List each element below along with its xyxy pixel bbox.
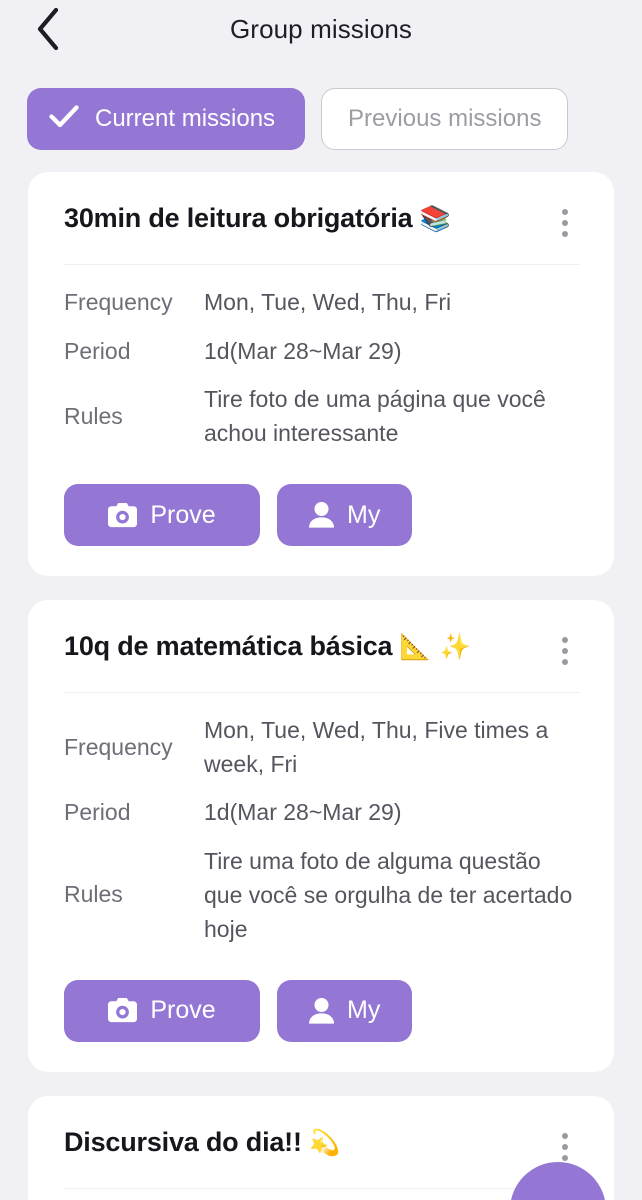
frequency-label: Frequency	[64, 733, 173, 760]
chevron-left-icon	[35, 7, 61, 51]
prove-button-label: Prove	[150, 500, 216, 529]
mission-title: Discursiva do dia!! 💫	[64, 1126, 341, 1159]
prove-button[interactable]: Prove	[64, 484, 260, 547]
frequency-value: Mon, Tue, Wed, Thu, Five times a week, F…	[204, 717, 549, 778]
detail-row-period: Period 1d(Mar 28~Mar 29)	[64, 334, 580, 369]
period-label: Period	[64, 337, 131, 364]
page-title: Group missions	[229, 13, 413, 44]
rules-value: Tire foto de uma página que você achou i…	[204, 386, 546, 447]
rules-label: Rules	[64, 402, 123, 429]
my-button[interactable]: My	[277, 484, 413, 547]
mission-title-emoji: 📐 ✨	[399, 633, 472, 662]
mission-title: 10q de matemática básica 📐 ✨	[64, 630, 472, 663]
tab-current-missions[interactable]: Current missions	[27, 88, 306, 150]
mission-card: 30min de leitura obrigatória 📚 Frequency…	[28, 172, 614, 577]
mission-card-list: 30min de leitura obrigatória 📚 Frequency…	[0, 150, 642, 1200]
person-icon	[309, 997, 334, 1024]
tab-previous-missions[interactable]: Previous missions	[321, 88, 569, 150]
mission-detail-rows: Frequency Mon, Tue, Wed, Thu, Fri Period…	[64, 285, 580, 450]
period-value: 1d(Mar 28~Mar 29)	[204, 799, 402, 826]
back-button[interactable]	[22, 3, 74, 55]
period-label: Period	[64, 799, 131, 826]
prove-button-label: Prove	[150, 996, 216, 1025]
mission-title: 30min de leitura obrigatória 📚	[64, 202, 452, 235]
tab-previous-missions-label: Previous missions	[348, 105, 542, 132]
mission-card: 10q de matemática básica 📐 ✨ Frequency M…	[28, 600, 614, 1072]
rules-value: Tire uma foto de alguma questão que você…	[204, 847, 573, 942]
card-divider	[64, 1187, 580, 1189]
card-divider	[64, 264, 580, 265]
frequency-value: Mon, Tue, Wed, Thu, Fri	[204, 289, 452, 316]
mission-card-header: 30min de leitura obrigatória 📚	[64, 202, 580, 240]
top-app-bar: Group missions	[0, 0, 642, 58]
mission-actions: Prove My	[64, 979, 580, 1042]
person-icon	[309, 502, 334, 528]
mission-title-text: 10q de matemática básica	[64, 631, 393, 662]
camera-icon	[108, 502, 138, 528]
mission-title-text: 30min de leitura obrigatória	[64, 203, 413, 233]
detail-row-rules: Rules Tire uma foto de alguma questão qu…	[64, 844, 580, 946]
mission-title-text: Discursiva do dia!!	[64, 1126, 302, 1157]
check-icon	[49, 104, 79, 135]
detail-row-rules: Rules Tire foto de uma página que você a…	[64, 382, 580, 450]
period-value: 1d(Mar 28~Mar 29)	[204, 337, 402, 364]
my-button[interactable]: My	[277, 979, 413, 1042]
mission-detail-rows: Frequency Mon, Tue, Wed, Thu, Five times…	[64, 713, 580, 946]
detail-row-period: Period 1d(Mar 28~Mar 29)	[64, 795, 580, 830]
kebab-menu-icon[interactable]	[550, 634, 580, 668]
app-screen: Group missions Current missions Previous…	[0, 0, 642, 1200]
my-button-label: My	[347, 996, 381, 1025]
detail-row-frequency: Frequency Mon, Tue, Wed, Thu, Five times…	[64, 713, 580, 781]
card-divider	[64, 692, 580, 694]
kebab-menu-icon[interactable]	[550, 206, 580, 240]
rules-label: Rules	[64, 881, 123, 908]
mission-filter-tabs: Current missions Previous missions	[0, 58, 642, 150]
tab-current-missions-label: Current missions	[95, 105, 276, 132]
mission-title-emoji: 💫	[309, 1128, 342, 1157]
mission-actions: Prove My	[64, 484, 580, 547]
my-button-label: My	[347, 500, 381, 529]
frequency-label: Frequency	[64, 289, 173, 315]
mission-card-header: Discursiva do dia!! 💫	[64, 1126, 580, 1164]
camera-icon	[108, 998, 138, 1023]
detail-row-frequency: Frequency Mon, Tue, Wed, Thu, Fri	[64, 285, 580, 320]
mission-title-emoji: 📚	[419, 205, 452, 233]
kebab-menu-icon[interactable]	[550, 1130, 580, 1164]
prove-button[interactable]: Prove	[64, 979, 260, 1042]
mission-card-header: 10q de matemática básica 📐 ✨	[64, 630, 580, 668]
